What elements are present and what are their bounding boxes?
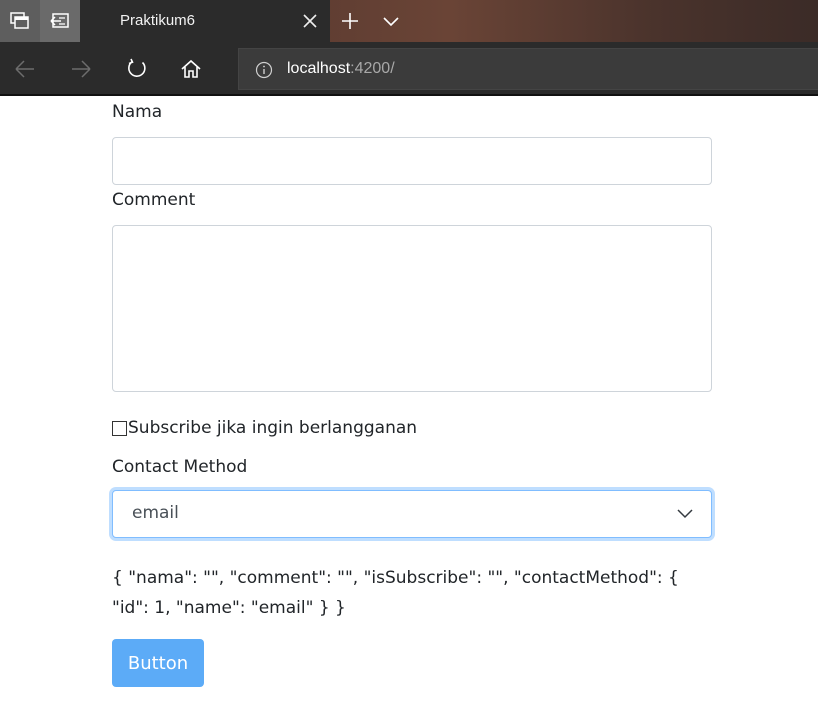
browser-nav-bar: localhost:4200/: [0, 42, 818, 96]
refresh-button[interactable]: [120, 52, 154, 86]
nama-label: Nama: [112, 102, 163, 122]
comment-label: Comment: [112, 190, 196, 210]
contact-method-select[interactable]: email: [112, 490, 712, 538]
arrow-right-icon: [72, 60, 91, 78]
set-aside-tabs-icon: [50, 13, 69, 28]
comment-textarea[interactable]: [112, 225, 712, 392]
tab-preview-button[interactable]: [0, 0, 40, 42]
home-button[interactable]: [174, 52, 208, 86]
refresh-icon: [128, 58, 146, 77]
submit-button[interactable]: Button: [112, 639, 204, 687]
contact-method-label: Contact Method: [112, 457, 248, 477]
url-text: localhost:4200/: [287, 60, 395, 78]
address-bar[interactable]: localhost:4200/: [238, 48, 818, 90]
browser-tab-bar: Praktikum6: [0, 0, 818, 42]
tab-active[interactable]: Praktikum6: [80, 0, 330, 42]
url-port-path: :4200/: [350, 60, 395, 77]
close-icon[interactable]: [300, 11, 320, 31]
home-icon: [181, 59, 201, 78]
plus-icon[interactable]: [334, 10, 366, 32]
tab-title: Praktikum6: [120, 12, 196, 29]
nama-input[interactable]: [112, 137, 712, 185]
back-button[interactable]: [8, 52, 42, 86]
forward-button[interactable]: [64, 52, 98, 86]
contact-method-value: email: [132, 503, 179, 523]
url-host: localhost: [287, 60, 351, 77]
arrow-left-icon: [15, 60, 34, 78]
set-aside-tabs-button[interactable]: [40, 0, 80, 42]
tab-preview-icon: [10, 12, 29, 29]
chevron-down-icon: [677, 509, 693, 519]
json-output: { "nama": "", "comment": "", "isSubscrib…: [112, 568, 679, 618]
subscribe-label: Subscribe jika ingin berlangganan: [128, 418, 418, 438]
chevron-down-icon[interactable]: [376, 10, 406, 32]
info-icon[interactable]: [255, 61, 273, 79]
subscribe-row: Subscribe jika ingin berlangganan: [112, 418, 417, 438]
subscribe-checkbox[interactable]: [112, 420, 127, 436]
